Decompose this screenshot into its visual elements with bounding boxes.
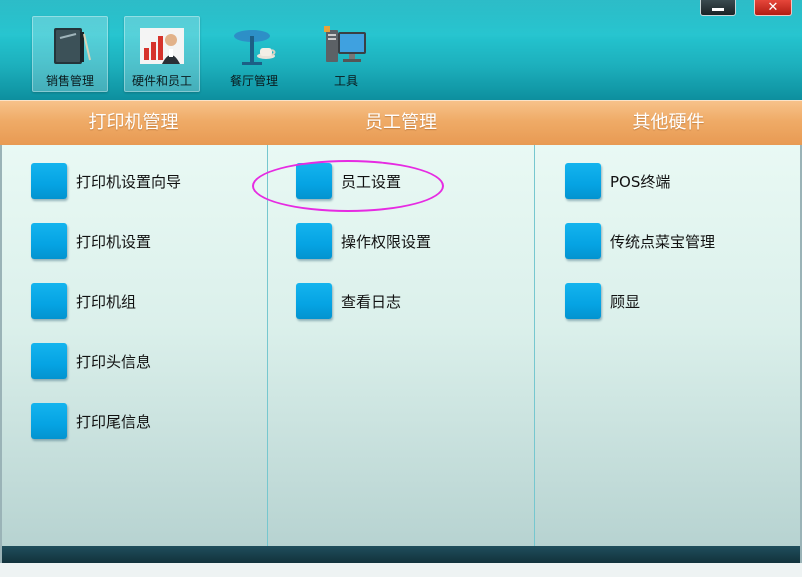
column-printer-management: 打印机设置向导 打印机设置 打印机组 打印头信息 打印尾信息	[2, 145, 267, 546]
toolbar-hardware-and-staff[interactable]: 硬件和员工	[124, 16, 200, 92]
toolbar-label: 餐厅管理	[229, 74, 278, 88]
staff-settings-button[interactable]: 员工设置	[296, 161, 401, 201]
tile-icon	[565, 223, 601, 259]
customer-display-button[interactable]: 顾显	[565, 281, 640, 321]
section-title-staff-management: 员工管理	[365, 112, 437, 133]
print-header-info-button[interactable]: 打印头信息	[31, 341, 151, 381]
toolbar-label: 工具	[333, 74, 358, 88]
item-label: 打印机设置向导	[76, 172, 182, 191]
pos-terminal-button[interactable]: POS终端	[565, 161, 670, 201]
tile-icon	[565, 283, 601, 319]
hardware-staff-icon	[140, 28, 184, 64]
tile-icon	[31, 403, 67, 439]
toolbar-label: 硬件和员工	[131, 74, 192, 88]
item-label: 查看日志	[341, 292, 402, 311]
toolbar-sales-management[interactable]: 销售管理	[32, 16, 108, 92]
minimize-icon	[712, 8, 724, 11]
section-title-printer-management: 打印机管理	[88, 112, 179, 133]
item-label: POS终端	[610, 172, 671, 191]
sales-book-icon	[54, 28, 91, 64]
column-other-hardware: POS终端 传统点菜宝管理 顾显	[535, 145, 800, 546]
item-label: 员工设置	[341, 172, 402, 191]
toolbar-restaurant-management[interactable]: 餐厅管理	[216, 16, 292, 92]
item-label: 传统点菜宝管理	[610, 232, 716, 251]
close-button[interactable]: ✕	[754, 0, 792, 16]
section-title-other-hardware: 其他硬件	[632, 112, 705, 133]
toolbar-tools[interactable]: 工具	[308, 16, 384, 92]
item-label: 顾显	[610, 292, 641, 311]
item-label: 打印头信息	[76, 352, 152, 371]
view-log-button[interactable]: 查看日志	[296, 281, 401, 321]
restaurant-table-icon	[234, 30, 276, 65]
column-staff-management: 员工设置 操作权限设置 查看日志	[268, 145, 534, 546]
window-frame-left	[0, 145, 2, 563]
printer-group-button[interactable]: 打印机组	[31, 281, 136, 321]
tile-icon	[296, 283, 332, 319]
minimize-button[interactable]	[700, 0, 736, 16]
printer-setup-wizard-button[interactable]: 打印机设置向导	[31, 161, 181, 201]
item-label: 打印机组	[76, 292, 137, 311]
tile-icon	[31, 223, 67, 259]
bottom-strip	[0, 563, 802, 577]
traditional-order-device-button[interactable]: 传统点菜宝管理	[565, 221, 715, 261]
close-icon: ✕	[767, 0, 779, 15]
toolbar-label: 销售管理	[45, 74, 94, 88]
tile-icon	[296, 163, 332, 199]
bottom-status-bar	[2, 546, 800, 563]
tile-icon	[296, 223, 332, 259]
printer-settings-button[interactable]: 打印机设置	[31, 221, 151, 261]
top-toolbar: 销售管理 硬件和员工 餐厅管理 工具 ✕	[0, 0, 802, 100]
item-label: 打印机设置	[76, 232, 152, 251]
tile-icon	[565, 163, 601, 199]
section-header-band: 打印机管理 员工管理 其他硬件	[0, 100, 802, 146]
main-panel: 打印机设置向导 打印机设置 打印机组 打印头信息 打印尾信息 员工设置 操作权限…	[2, 145, 800, 546]
tile-icon	[31, 343, 67, 379]
item-label: 打印尾信息	[76, 412, 152, 431]
item-label: 操作权限设置	[341, 232, 432, 251]
tile-icon	[31, 163, 67, 199]
tile-icon	[31, 283, 67, 319]
app-window: 销售管理 硬件和员工 餐厅管理 工具 ✕ 打印机管理 员工管理 其他硬件 打印机…	[0, 0, 802, 577]
print-footer-info-button[interactable]: 打印尾信息	[31, 401, 151, 441]
tools-computer-icon	[324, 26, 366, 62]
operation-permission-settings-button[interactable]: 操作权限设置	[296, 221, 431, 261]
